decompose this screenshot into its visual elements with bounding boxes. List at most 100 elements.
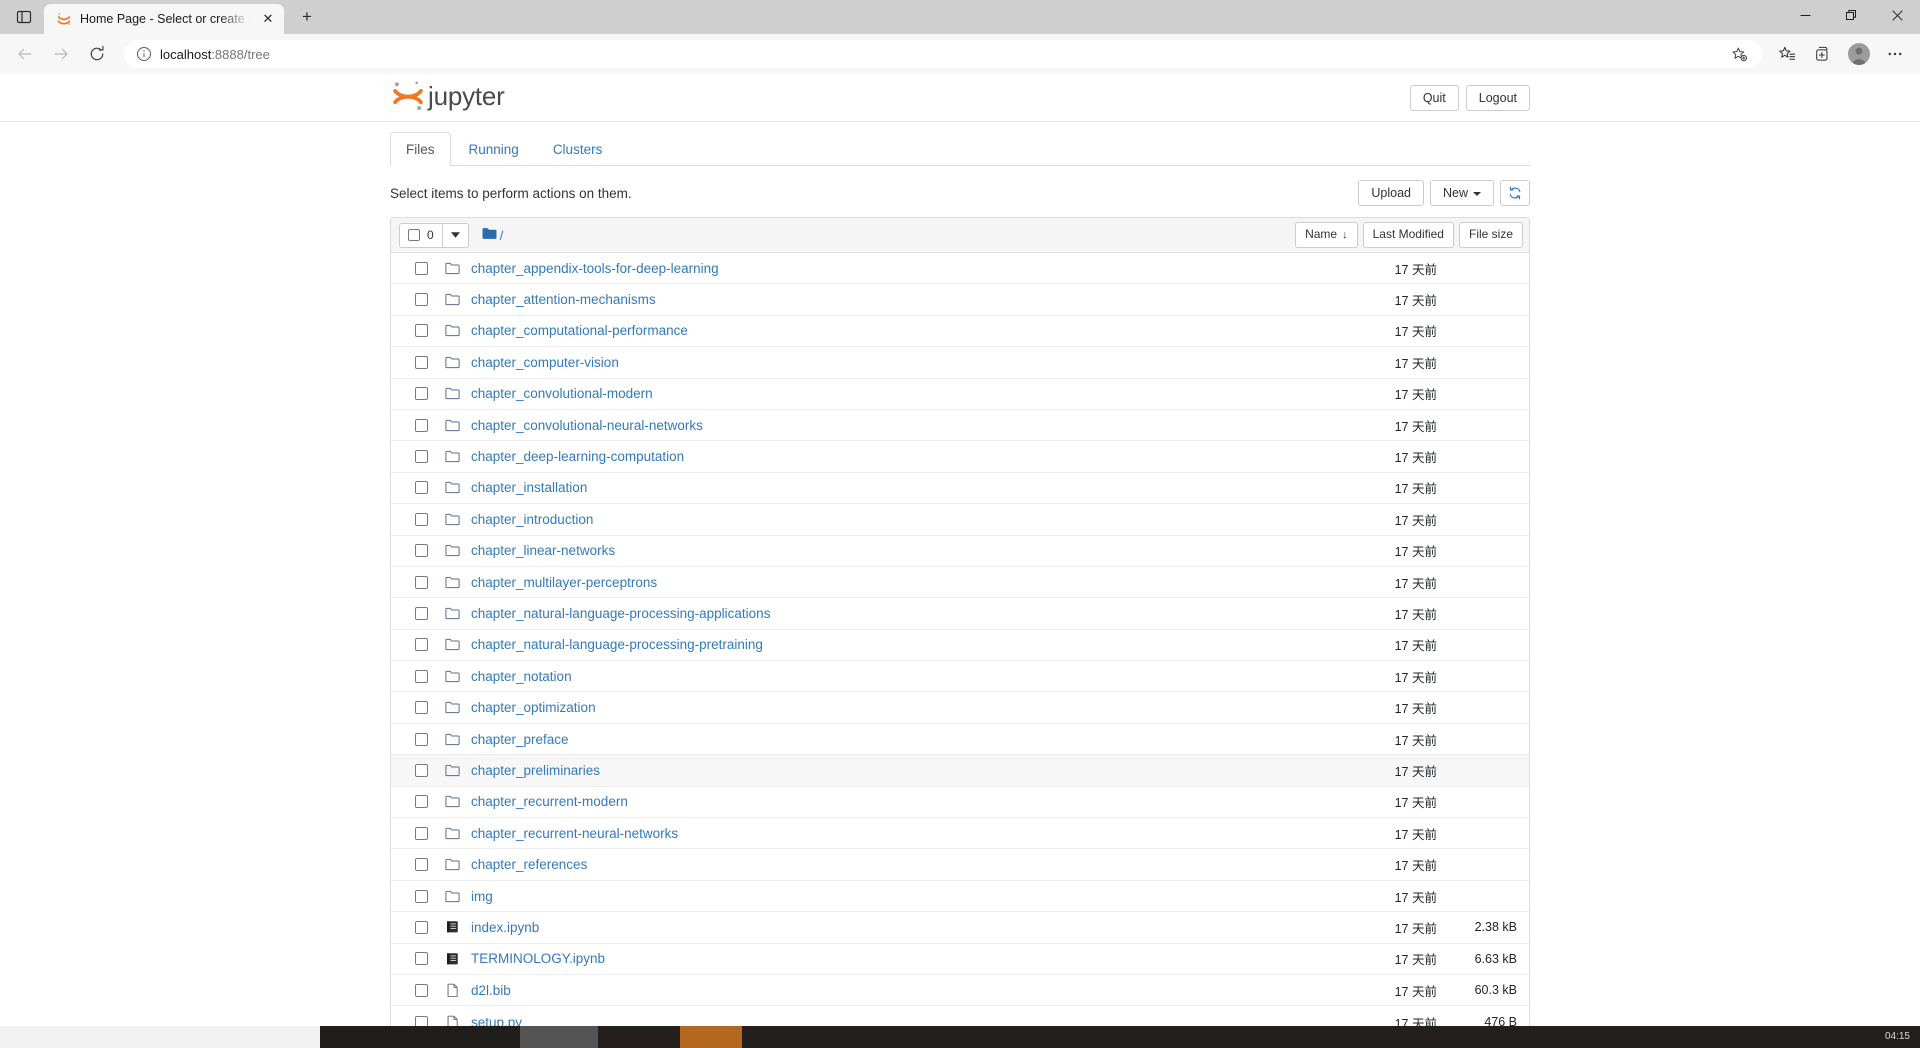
row-checkbox[interactable] [415,324,428,338]
row-name-link[interactable]: chapter_attention-mechanisms [471,292,1317,307]
row-checkbox[interactable] [415,450,428,464]
row-name-link[interactable]: chapter_computer-vision [471,355,1317,370]
file-icon[interactable] [441,983,463,998]
row-name-link[interactable]: chapter_preface [471,732,1317,747]
row-checkbox[interactable] [415,889,428,903]
row-checkbox[interactable] [415,763,428,777]
sort-last-modified-button[interactable]: Last Modified [1362,222,1454,248]
tab-clusters[interactable]: Clusters [537,132,619,166]
row-checkbox[interactable] [415,293,428,307]
table-row[interactable]: chapter_convolutional-modern 17 天前 [391,379,1529,410]
folder-icon[interactable] [441,858,463,871]
folder-icon[interactable] [441,795,463,808]
add-favorite-icon[interactable] [1726,42,1752,66]
row-name-link[interactable]: d2l.bib [471,983,1317,998]
row-name-link[interactable]: chapter_natural-language-processing-appl… [471,606,1317,621]
row-name-link[interactable]: chapter_multilayer-perceptrons [471,575,1317,590]
row-checkbox[interactable] [415,512,428,526]
row-name-link[interactable]: chapter_introduction [471,512,1317,527]
table-row[interactable]: chapter_preliminaries 17 天前 [391,755,1529,787]
new-button[interactable]: New [1429,180,1494,206]
reload-button[interactable] [80,38,114,70]
row-name-link[interactable]: chapter_computational-performance [471,323,1317,338]
row-checkbox[interactable] [415,669,428,683]
browser-tab[interactable]: Home Page - Select or create a n ✕ [44,4,284,34]
row-checkbox[interactable] [415,858,428,872]
new-tab-button[interactable]: + [292,2,322,32]
sort-file-size-button[interactable]: File size [1458,222,1523,248]
folder-icon[interactable] [441,764,463,777]
folder-icon[interactable] [441,890,463,903]
row-checkbox[interactable] [415,826,428,840]
notebook-icon[interactable] [441,920,463,934]
row-name-link[interactable]: index.ipynb [471,920,1317,935]
row-name-link[interactable]: img [471,889,1317,904]
folder-icon[interactable] [441,827,463,840]
row-name-link[interactable]: chapter_deep-learning-computation [471,449,1317,464]
table-row[interactable]: index.ipynb 17 天前 2.38 kB [391,912,1529,944]
favorites-icon[interactable] [1770,38,1804,70]
collections-icon[interactable] [1806,38,1840,70]
table-row[interactable]: chapter_natural-language-processing-pret… [391,630,1529,662]
folder-icon[interactable] [441,387,463,400]
row-checkbox[interactable] [415,481,428,495]
row-name-link[interactable]: chapter_appendix-tools-for-deep-learning [471,261,1317,276]
table-row[interactable]: chapter_recurrent-neural-networks 17 天前 [391,818,1529,850]
row-checkbox[interactable] [415,387,428,401]
table-row[interactable]: chapter_natural-language-processing-appl… [391,598,1529,630]
back-button[interactable] [8,38,42,70]
table-row[interactable]: TERMINOLOGY.ipynb 17 天前 6.63 kB [391,944,1529,975]
info-circle-icon[interactable] [136,46,152,62]
row-checkbox[interactable] [415,638,428,652]
row-name-link[interactable]: chapter_preliminaries [471,763,1317,778]
logout-button[interactable]: Logout [1465,85,1530,111]
tab-files[interactable]: Files [390,132,451,166]
table-row[interactable]: chapter_appendix-tools-for-deep-learning… [391,253,1529,285]
tab-running[interactable]: Running [453,132,535,166]
folder-filled-icon[interactable] [482,227,497,243]
row-checkbox[interactable] [415,983,428,997]
row-checkbox[interactable] [415,575,428,589]
jupyter-logo[interactable]: jupyter [390,78,505,119]
folder-icon[interactable] [441,481,463,494]
select-all-checkbox[interactable]: 0 [399,222,443,248]
settings-more-icon[interactable] [1878,38,1912,70]
folder-icon[interactable] [441,419,463,432]
select-dropdown-button[interactable] [442,222,469,248]
folder-icon[interactable] [441,701,463,714]
folder-icon[interactable] [441,293,463,306]
maximize-restore-icon[interactable] [1828,0,1874,30]
file-icon[interactable] [441,1015,463,1026]
row-name-link[interactable]: chapter_natural-language-processing-pret… [471,637,1317,652]
table-row[interactable]: chapter_introduction 17 天前 [391,504,1529,536]
table-row[interactable]: chapter_computer-vision 17 天前 [391,347,1529,379]
table-row[interactable]: chapter_notation 17 天前 [391,661,1529,693]
forward-button[interactable] [44,38,78,70]
row-name-link[interactable]: chapter_convolutional-modern [471,386,1317,401]
folder-icon[interactable] [441,638,463,651]
refresh-button[interactable] [1500,180,1530,206]
table-row[interactable]: chapter_attention-mechanisms 17 天前 [391,284,1529,316]
table-row[interactable]: setup.py 17 天前 476 B [391,1006,1529,1026]
table-row[interactable]: img 17 天前 [391,881,1529,913]
row-checkbox[interactable] [415,418,428,432]
folder-icon[interactable] [441,733,463,746]
table-row[interactable]: chapter_deep-learning-computation 17 天前 [391,441,1529,473]
row-checkbox[interactable] [415,1015,428,1026]
table-row[interactable]: chapter_linear-networks 17 天前 [391,536,1529,567]
folder-icon[interactable] [441,324,463,337]
table-row[interactable]: chapter_computational-performance 17 天前 [391,316,1529,348]
breadcrumb-root[interactable]: / [500,228,504,243]
table-row[interactable]: chapter_recurrent-modern 17 天前 [391,787,1529,819]
notebook-icon[interactable] [441,952,463,966]
row-name-link[interactable]: chapter_linear-networks [471,543,1317,558]
quit-button[interactable]: Quit [1409,85,1459,111]
table-row[interactable]: chapter_convolutional-neural-networks 17 … [391,410,1529,442]
row-name-link[interactable]: chapter_convolutional-neural-networks [471,418,1317,433]
folder-icon[interactable] [441,356,463,369]
taskbar-active-app[interactable] [680,1026,742,1048]
row-name-link[interactable]: chapter_references [471,857,1317,872]
folder-icon[interactable] [441,607,463,620]
close-tab-icon[interactable]: ✕ [258,9,278,29]
row-name-link[interactable]: chapter_installation [471,480,1317,495]
